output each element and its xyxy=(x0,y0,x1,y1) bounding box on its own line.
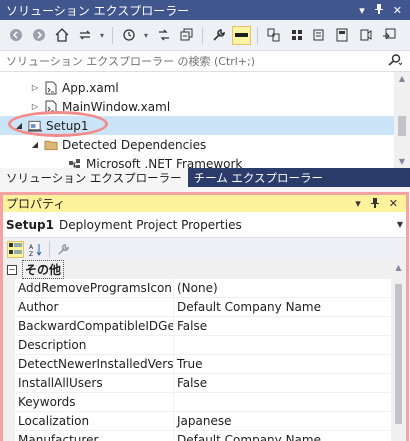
expand-arrow-icon[interactable]: ▷ xyxy=(30,102,40,111)
xaml-file-icon xyxy=(44,100,58,114)
solution-explorer-scrollbar[interactable]: ▲ ▼ xyxy=(394,72,410,168)
folder-icon xyxy=(44,138,58,152)
tree-item-label: MainWindow.xaml xyxy=(62,99,171,114)
solution-explorer-title: ソリューション エクスプローラー xyxy=(6,3,190,18)
forward-icon[interactable] xyxy=(29,26,48,45)
tree-item-mainwindow-xaml[interactable]: ▷ MainWindow.xaml xyxy=(0,97,394,116)
home-icon[interactable] xyxy=(52,26,71,45)
file-system-editor-icon[interactable] xyxy=(310,26,329,45)
back-icon[interactable] xyxy=(6,26,25,45)
search-input[interactable] xyxy=(0,53,380,69)
pin-icon[interactable] xyxy=(374,3,384,17)
show-all-files-icon[interactable] xyxy=(264,26,283,45)
wrench-icon[interactable] xyxy=(209,26,228,45)
tree-item-label: App.xaml xyxy=(62,80,119,95)
window-dropdown-icon[interactable]: ▾ xyxy=(359,4,365,17)
explorer-tab-strip: ソリューション エクスプローラー チーム エクスプローラー xyxy=(0,168,410,187)
tree-item-label: Microsoft .NET Framework xyxy=(86,156,243,169)
toolbar-separator xyxy=(112,26,113,44)
file-types-editor-icon[interactable] xyxy=(356,26,375,45)
collapse-all-icon[interactable] xyxy=(177,26,196,45)
solution-tree: ▷ App.xaml ▷ MainWindow.xaml ◢ Setup1 ◢ … xyxy=(0,72,394,168)
xaml-file-icon xyxy=(44,81,58,95)
tab-team-explorer[interactable]: チーム エクスプローラー xyxy=(188,168,329,187)
tree-item-label: Setup1 xyxy=(46,118,89,133)
tree-item-detected-dependencies[interactable]: ◢ Detected Dependencies xyxy=(0,135,394,154)
annotation-frame xyxy=(0,192,409,441)
expand-arrow-icon[interactable]: ▷ xyxy=(30,83,40,92)
search-icon[interactable] xyxy=(380,53,410,69)
toolbar-separator xyxy=(202,26,203,44)
pending-changes-icon[interactable] xyxy=(154,26,173,45)
toolbar-separator xyxy=(257,26,258,44)
solution-explorer-search-box xyxy=(0,50,410,72)
collapse-arrow-icon[interactable]: ◢ xyxy=(30,140,40,149)
close-icon[interactable]: ✕ xyxy=(393,4,402,17)
custom-actions-editor-icon[interactable] xyxy=(379,26,398,45)
reference-icon xyxy=(68,157,82,168)
registry-editor-icon[interactable] xyxy=(333,26,352,45)
tree-item-setup1[interactable]: ◢ Setup1 xyxy=(0,116,394,135)
scrollbar-thumb[interactable] xyxy=(398,116,406,136)
sync-icon[interactable] xyxy=(75,26,94,45)
sync-dropdown-icon[interactable]: ▾ xyxy=(98,26,106,45)
solution-explorer-title-bar: ソリューション エクスプローラー ▾ ✕ xyxy=(0,0,410,20)
class-view-icon[interactable] xyxy=(287,26,306,45)
tree-item-dotnet-framework[interactable]: Microsoft .NET Framework xyxy=(0,154,394,168)
setup-project-icon xyxy=(28,119,42,133)
history-dropdown-icon[interactable]: ▾ xyxy=(142,26,150,45)
preview-icon[interactable] xyxy=(232,25,251,45)
history-icon[interactable] xyxy=(119,26,138,45)
tab-solution-explorer[interactable]: ソリューション エクスプローラー xyxy=(0,168,188,187)
scroll-up-icon[interactable]: ▲ xyxy=(394,74,410,83)
tree-item-label: Detected Dependencies xyxy=(62,137,207,152)
scroll-down-icon[interactable]: ▼ xyxy=(394,157,410,166)
collapse-arrow-icon[interactable]: ◢ xyxy=(14,121,24,130)
solution-explorer-toolbar: ▾ ▾ xyxy=(0,20,410,50)
tree-item-app-xaml[interactable]: ▷ App.xaml xyxy=(0,78,394,97)
